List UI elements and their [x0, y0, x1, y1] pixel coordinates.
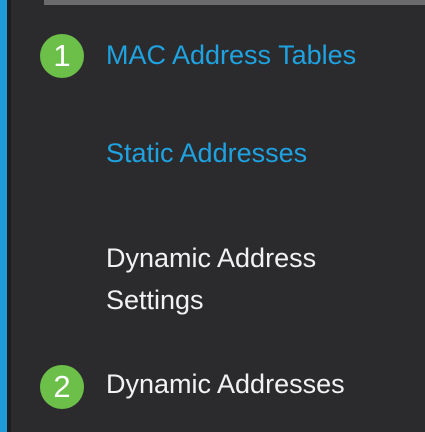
menu-item-mac-address-tables[interactable]: MAC Address Tables: [106, 38, 356, 73]
navigation-menu: 1 MAC Address Tables Static Addresses Dy…: [0, 0, 425, 432]
menu-item-dynamic-address-settings[interactable]: Dynamic Address Settings: [106, 237, 406, 321]
sidebar-menu-panel: 1 MAC Address Tables Static Addresses Dy…: [0, 0, 425, 432]
menu-item-static-addresses[interactable]: Static Addresses: [106, 136, 307, 171]
menu-item-dynamic-addresses[interactable]: Dynamic Addresses: [106, 367, 345, 402]
step-badge-1: 1: [40, 34, 84, 78]
step-badge-2: 2: [40, 365, 84, 409]
